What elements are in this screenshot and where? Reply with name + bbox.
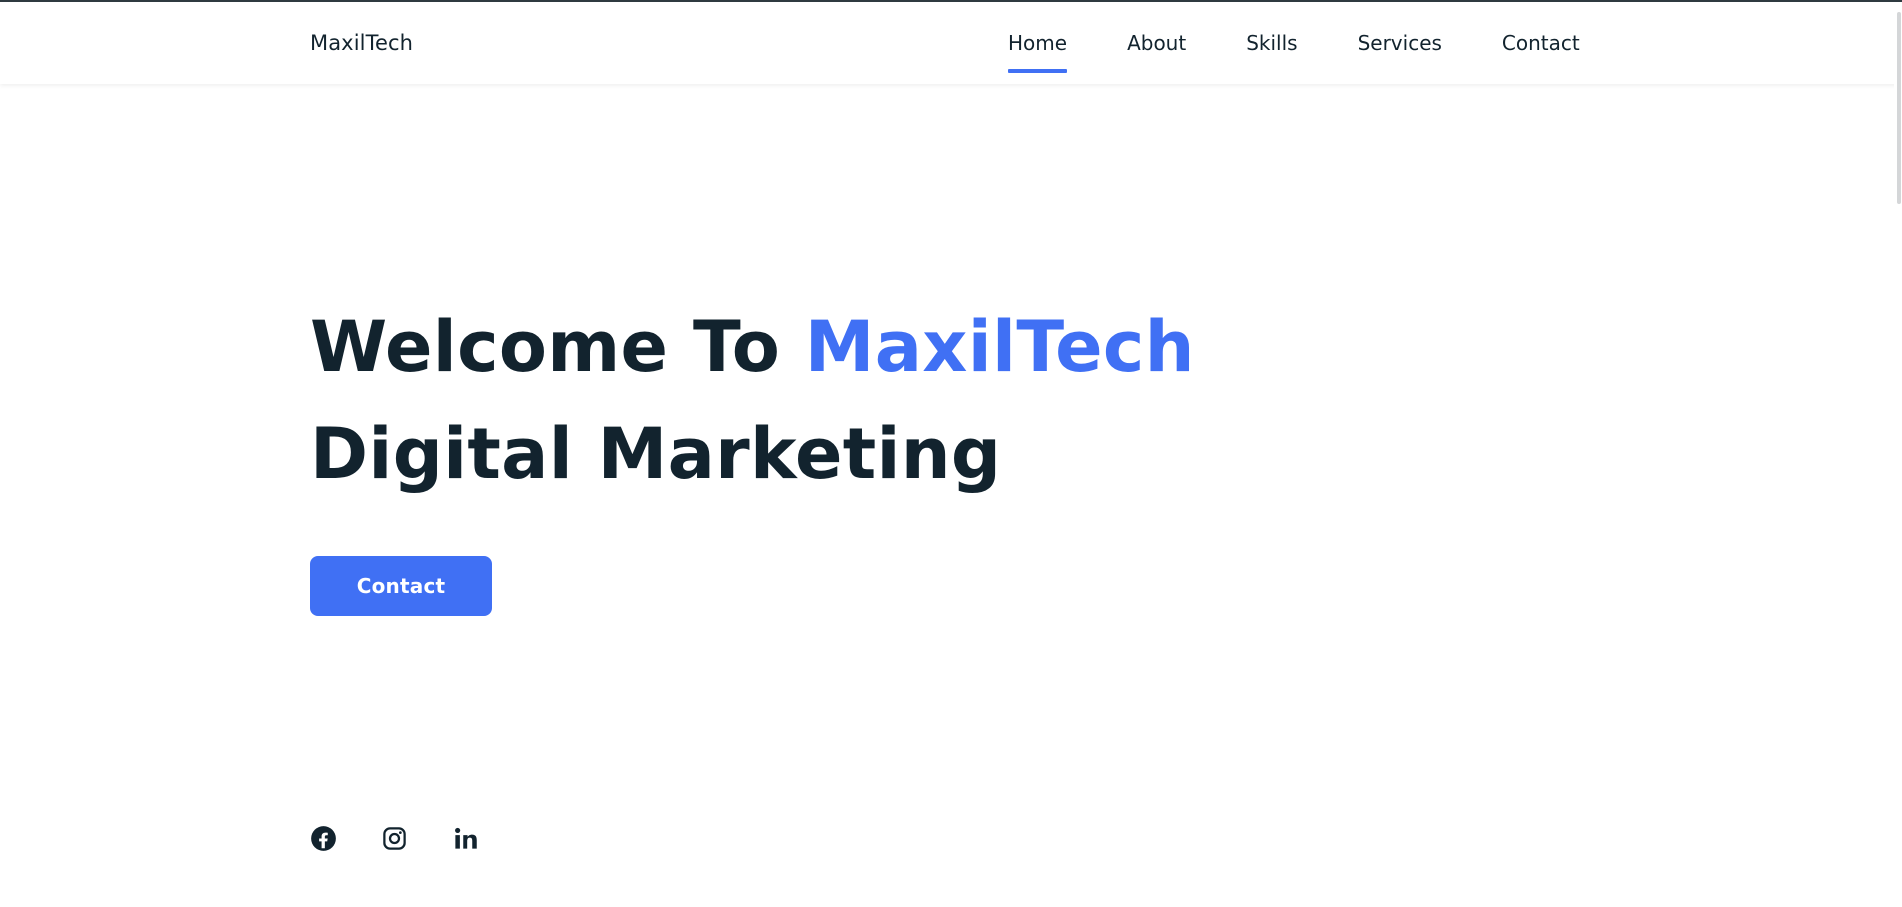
nav-item-services[interactable]: Services [1358, 31, 1442, 55]
nav-item-home[interactable]: Home [1008, 31, 1068, 73]
linkedin-link[interactable] [452, 825, 479, 852]
hero-contact-button[interactable]: Contact [310, 556, 492, 616]
page-viewport: MaxilTech Home About Skills Services Con… [0, 0, 1902, 907]
facebook-icon [310, 825, 337, 852]
social-links [310, 825, 479, 852]
hero-title-accent: MaxilTech [804, 306, 1195, 388]
hero-section: Welcome To MaxilTech Digital Marketing [310, 294, 1195, 508]
linkedin-icon [452, 825, 479, 852]
scrollbar-thumb[interactable] [1897, 12, 1901, 204]
instagram-icon [381, 825, 408, 852]
main-navigation: Home About Skills Services Contact [1008, 31, 1580, 73]
instagram-link[interactable] [381, 825, 408, 852]
hero-title: Welcome To MaxilTech Digital Marketing [310, 294, 1195, 508]
hero-title-line-two: Digital Marketing [310, 413, 1002, 495]
site-logo[interactable]: MaxilTech [310, 31, 413, 55]
hero-title-prefix: Welcome To [310, 306, 805, 388]
page-scrollbar[interactable] [1894, 2, 1902, 907]
site-header: MaxilTech Home About Skills Services Con… [0, 2, 1900, 84]
nav-item-about[interactable]: About [1127, 31, 1186, 55]
nav-item-skills[interactable]: Skills [1246, 31, 1297, 55]
nav-item-contact[interactable]: Contact [1502, 31, 1580, 55]
facebook-link[interactable] [310, 825, 337, 852]
